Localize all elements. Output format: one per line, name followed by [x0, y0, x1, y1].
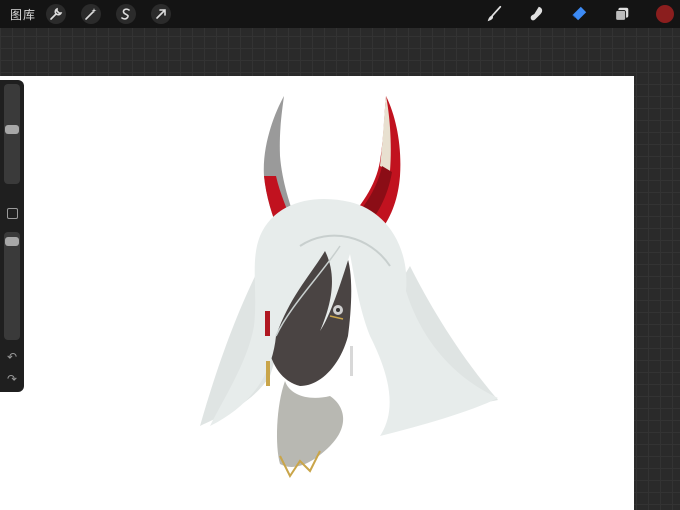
undo-icon[interactable]: ↶: [4, 350, 20, 364]
arrow-icon[interactable]: [151, 4, 171, 24]
drawing-canvas[interactable]: [0, 76, 634, 510]
character-illustration: [200, 96, 498, 478]
side-toolbar: ↶ ↷: [0, 80, 24, 392]
opacity-knob[interactable]: [5, 236, 19, 246]
smudge-icon[interactable]: [527, 4, 547, 24]
gallery-button[interactable]: 图库: [10, 6, 36, 23]
opacity-slider[interactable]: [4, 232, 20, 340]
brush-size-slider[interactable]: [4, 84, 20, 184]
color-swatch[interactable]: [656, 5, 674, 23]
selection-s-icon[interactable]: [116, 4, 136, 24]
eraser-icon[interactable]: [569, 4, 589, 24]
magic-wand-icon[interactable]: [81, 4, 101, 24]
wrench-icon[interactable]: [46, 4, 66, 24]
redo-icon[interactable]: ↷: [4, 372, 20, 386]
brush-size-knob[interactable]: [5, 124, 19, 134]
top-toolbar: 图库: [0, 0, 680, 28]
brush-icon[interactable]: [484, 4, 504, 24]
layers-icon[interactable]: [612, 4, 632, 24]
square-icon[interactable]: [7, 208, 18, 219]
